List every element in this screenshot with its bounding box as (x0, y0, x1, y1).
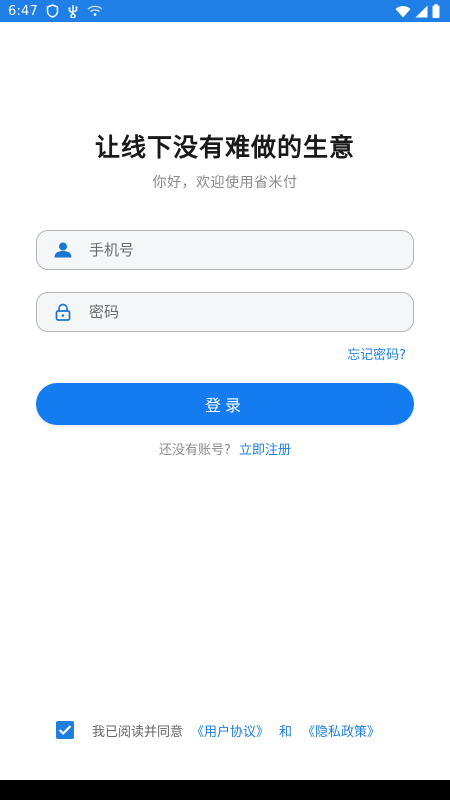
status-notification-icons (46, 4, 103, 18)
battery-icon (432, 4, 440, 18)
user-agreement-link[interactable]: 《用户协议》 (191, 721, 269, 740)
usb-icon (67, 4, 79, 18)
agreement-row: 我已阅读并同意 《用户协议》 和 《隐私政策》 (56, 720, 380, 740)
password-input[interactable] (89, 293, 413, 331)
signal-icon (415, 5, 428, 18)
register-row: 还没有账号? 立即注册 (0, 439, 450, 458)
page-title: 让线下没有难做的生意 (94, 133, 355, 162)
check-icon (58, 725, 72, 736)
register-link[interactable]: 立即注册 (239, 443, 291, 458)
status-bar: 6:47 (0, 0, 450, 22)
agreement-checkbox[interactable] (56, 721, 74, 739)
phone-input[interactable] (89, 231, 413, 269)
password-field[interactable] (36, 292, 414, 332)
user-icon (37, 242, 89, 258)
wifi-icon (395, 5, 411, 18)
phone-field[interactable] (36, 230, 414, 270)
status-bar-left: 6:47 (8, 4, 103, 19)
agreement-prefix: 我已阅读并同意 (92, 724, 184, 740)
shield-icon (46, 4, 59, 18)
login-button[interactable]: 登录 (36, 383, 414, 425)
navigation-bar (0, 780, 450, 800)
register-prompt: 还没有账号? (159, 443, 231, 458)
status-time: 6:47 (8, 3, 38, 19)
forgot-password-link[interactable]: 忘记密码? (347, 344, 406, 363)
privacy-policy-link[interactable]: 《隐私政策》 (302, 721, 380, 740)
wifi-calling-icon (87, 5, 103, 17)
agreement-conjunction: 和 (279, 724, 293, 740)
page-subtitle: 你好，欢迎使用省米付 (152, 175, 298, 191)
login-screen: 6:47 让线下没有难做的生意 你好，欢迎使用省米付 手机号 忘记密码? 登录 … (0, 0, 450, 800)
lock-icon (37, 303, 89, 321)
status-bar-right (395, 4, 440, 18)
